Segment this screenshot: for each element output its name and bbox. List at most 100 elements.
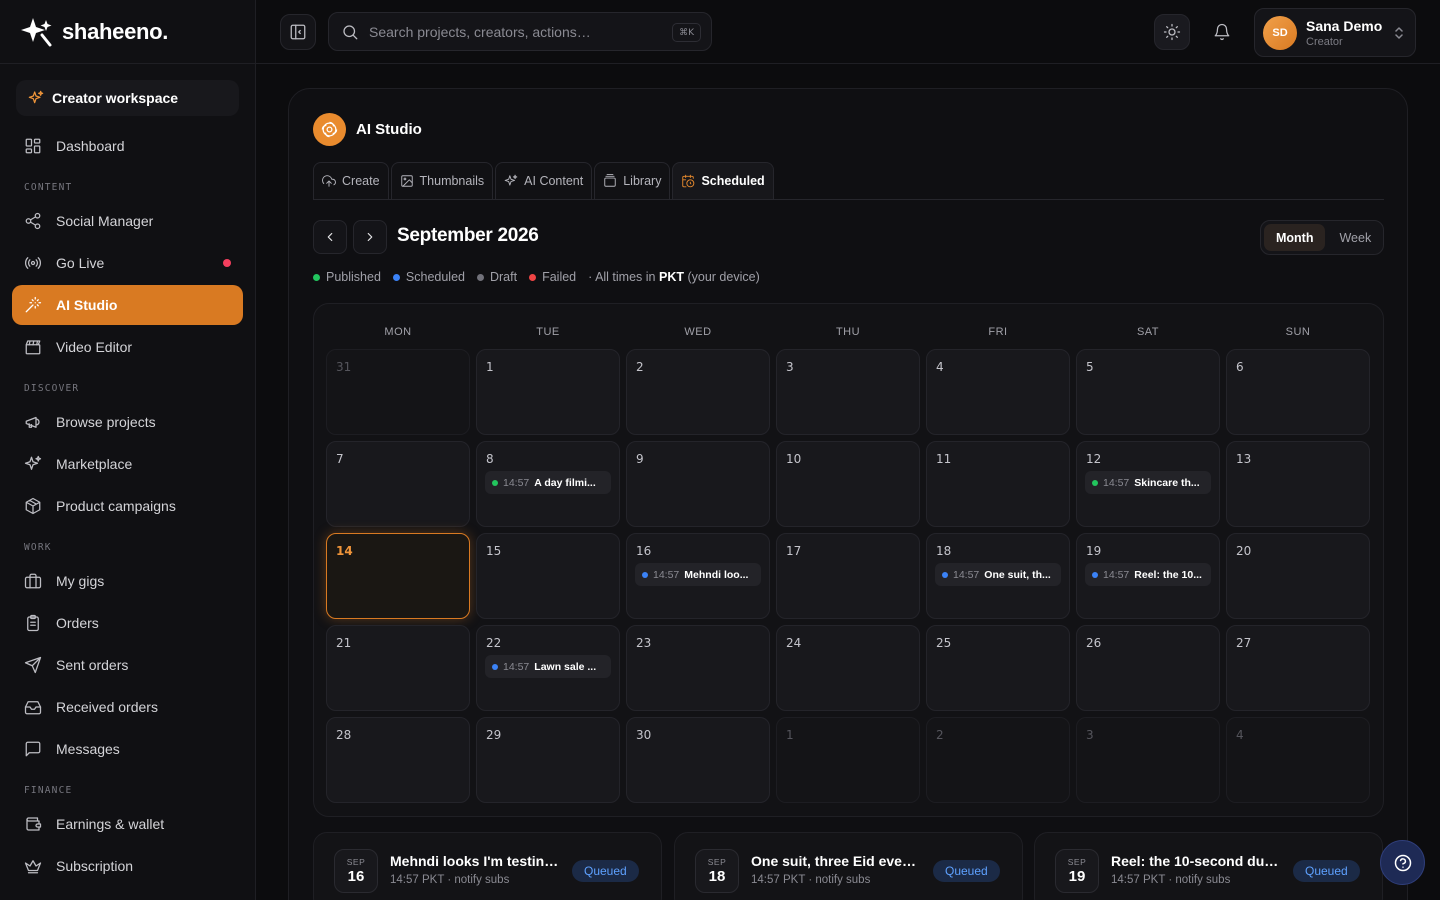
calendar-day[interactable]: 29 — [476, 717, 620, 803]
calendar-day[interactable]: 28 — [326, 717, 470, 803]
queued-post-card[interactable]: SEP 19 Reel: the 10-second dupa... 14:57 PK… — [1034, 832, 1383, 900]
queued-post-card[interactable]: SEP 16 Mehndi looks I'm testing ... 14:57 P… — [313, 832, 662, 900]
sidebar-item-my-gigs[interactable]: My gigs — [12, 561, 243, 601]
search-bar[interactable]: ⌘K — [328, 12, 712, 51]
month-title: September 2026 — [397, 225, 539, 246]
view-month-button[interactable]: Month — [1264, 224, 1326, 251]
calendar-day[interactable]: 1 — [776, 717, 920, 803]
sidebar-item-orders[interactable]: Orders — [12, 603, 243, 643]
calendar-event[interactable]: 14:57 Lawn sale ... — [485, 655, 611, 678]
calendar-day[interactable]: 1 — [476, 349, 620, 435]
brand[interactable]: shaheeno. — [0, 0, 255, 64]
legend-item-scheduled: Scheduled — [392, 270, 465, 284]
calendar-day[interactable]: 8 14:57 A day filmi... — [476, 441, 620, 527]
view-week-button[interactable]: Week — [1327, 224, 1383, 251]
sidebar-item-social-manager[interactable]: Social Manager — [12, 201, 243, 241]
calendar-day[interactable]: 10 — [776, 441, 920, 527]
calendar-day[interactable]: 27 — [1226, 625, 1370, 711]
calendar-day[interactable]: 7 — [326, 441, 470, 527]
calendar-day[interactable]: 13 — [1226, 441, 1370, 527]
calendar-event[interactable]: 14:57 Reel: the 10... — [1085, 563, 1211, 586]
topbar: ⌘K SD Sana Demo Creator — [256, 0, 1440, 64]
user-menu[interactable]: SD Sana Demo Creator — [1254, 8, 1416, 57]
sidebar-item-label: Subscription — [56, 858, 134, 874]
calendar-day[interactable]: 17 — [776, 533, 920, 619]
tab-create[interactable]: Create — [313, 162, 389, 199]
calendar-day[interactable]: 31 — [326, 349, 470, 435]
calendar-day[interactable]: 5 — [1076, 349, 1220, 435]
calendar-day-today[interactable]: 14 — [326, 533, 470, 619]
sidebar-section-discover: DISCOVER — [24, 383, 80, 394]
chevron-right-icon — [367, 232, 373, 242]
calendar-day[interactable]: 4 — [926, 349, 1070, 435]
day-number: 6 — [1236, 360, 1244, 374]
search-input[interactable] — [369, 23, 659, 40]
calendar-day[interactable]: 23 — [626, 625, 770, 711]
theme-toggle-button[interactable] — [1154, 14, 1190, 50]
calendar-event[interactable]: 14:57 A day filmi... — [485, 471, 611, 494]
event-title: A day filmi... — [534, 476, 596, 489]
tab-scheduled[interactable]: Scheduled — [672, 162, 774, 199]
sidebar-toggle-button[interactable] — [280, 14, 316, 50]
tab-library[interactable]: Library — [594, 162, 671, 199]
notifications-button[interactable] — [1204, 14, 1240, 50]
event-title: One suit, th... — [984, 568, 1051, 581]
calendar-day[interactable]: 22 14:57 Lawn sale ... — [476, 625, 620, 711]
sidebar-item-browse-projects[interactable]: Browse projects — [12, 402, 243, 442]
calendar-day[interactable]: 4 — [1226, 717, 1370, 803]
help-button[interactable] — [1380, 840, 1425, 885]
day-number: 2 — [636, 360, 644, 374]
workspace-switcher[interactable]: Creator workspace — [16, 80, 239, 116]
sidebar-item-label: Dashboard — [56, 138, 125, 154]
calendar-day[interactable]: 18 14:57 One suit, th... — [926, 533, 1070, 619]
sidebar-item-ai-studio[interactable]: AI Studio — [12, 285, 243, 325]
calendar-day[interactable]: 19 14:57 Reel: the 10... — [1076, 533, 1220, 619]
tab-ai-content[interactable]: AI Content — [495, 162, 593, 199]
calendar-event[interactable]: 14:57 Skincare th... — [1085, 471, 1211, 494]
brand-logo-icon — [21, 17, 52, 46]
calendar-day[interactable]: 15 — [476, 533, 620, 619]
calendar-day[interactable]: 3 — [1076, 717, 1220, 803]
event-status-dot — [642, 571, 648, 578]
send-icon — [24, 656, 42, 674]
sidebar-item-dashboard[interactable]: Dashboard — [12, 126, 243, 166]
calendar-day[interactable]: 26 — [1076, 625, 1220, 711]
sidebar-item-earnings-wallet[interactable]: Earnings & wallet — [12, 804, 243, 844]
sidebar-item-sent-orders[interactable]: Sent orders — [12, 645, 243, 685]
queued-post-title: One suit, three Eid events — [751, 853, 921, 869]
calendar-day[interactable]: 25 — [926, 625, 1070, 711]
calendar-day[interactable]: 9 — [626, 441, 770, 527]
event-status-dot — [1092, 479, 1098, 486]
calendar-day[interactable]: 3 — [776, 349, 920, 435]
queued-post-card[interactable]: SEP 18 One suit, three Eid events 14:57 PKT… — [674, 832, 1023, 900]
calendar-day[interactable]: 21 — [326, 625, 470, 711]
calendar-day[interactable]: 30 — [626, 717, 770, 803]
calendar-day[interactable]: 16 14:57 Mehndi loo... — [626, 533, 770, 619]
calendar-day[interactable]: 2 — [926, 717, 1070, 803]
calendar-event[interactable]: 14:57 Mehndi loo... — [635, 563, 761, 586]
timezone-suffix: (your device) — [687, 270, 760, 284]
sidebar-item-video-editor[interactable]: Video Editor — [12, 327, 243, 367]
avatar: SD — [1263, 15, 1297, 50]
next-month-button[interactable] — [353, 220, 387, 254]
calendar-day[interactable]: 11 — [926, 441, 1070, 527]
sidebar-item-marketplace[interactable]: Marketplace — [12, 444, 243, 484]
calendar-day[interactable]: 2 — [626, 349, 770, 435]
calendar-day[interactable]: 20 — [1226, 533, 1370, 619]
day-number: 1 — [486, 360, 494, 374]
calendar-event[interactable]: 14:57 One suit, th... — [935, 563, 1061, 586]
calendar-day[interactable]: 6 — [1226, 349, 1370, 435]
tab-thumbnails[interactable]: Thumbnails — [390, 162, 494, 199]
sparkles-icon — [28, 90, 44, 104]
calendar-day[interactable]: 24 — [776, 625, 920, 711]
legend-dot — [392, 273, 400, 281]
calendar-day[interactable]: 12 14:57 Skincare th... — [1076, 441, 1220, 527]
sidebar-item-label: Social Manager — [56, 213, 154, 229]
sidebar-item-go-live[interactable]: Go Live — [12, 243, 243, 283]
previous-month-button[interactable] — [313, 220, 347, 254]
sidebar-item-received-orders[interactable]: Received orders — [12, 687, 243, 727]
queued-post-date: SEP 18 — [695, 849, 739, 893]
sidebar-item-subscription[interactable]: Subscription — [12, 846, 243, 886]
sidebar-item-product-campaigns[interactable]: Product campaigns — [12, 486, 243, 526]
sidebar-item-messages[interactable]: Messages — [12, 729, 243, 769]
